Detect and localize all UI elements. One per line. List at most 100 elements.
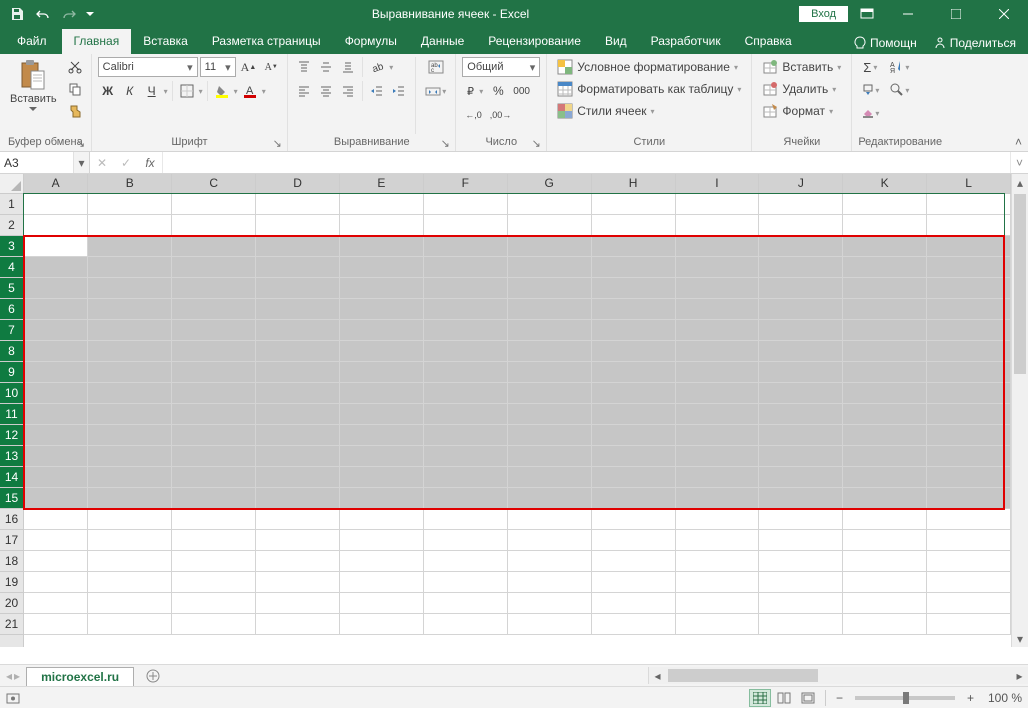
cell[interactable]: [256, 215, 340, 235]
cell[interactable]: [592, 572, 676, 592]
cell[interactable]: [24, 278, 88, 298]
cell[interactable]: [759, 467, 843, 487]
cell[interactable]: [592, 320, 676, 340]
cell[interactable]: [424, 278, 508, 298]
cell[interactable]: [927, 383, 1011, 403]
cell[interactable]: [424, 467, 508, 487]
zoom-level[interactable]: 100 %: [980, 691, 1022, 705]
cell[interactable]: [592, 614, 676, 634]
cell[interactable]: [843, 278, 927, 298]
font-size-combo[interactable]: 11▾: [200, 57, 236, 77]
cell[interactable]: [759, 236, 843, 256]
page-break-view-icon[interactable]: [797, 689, 819, 707]
cell[interactable]: [88, 383, 172, 403]
cell[interactable]: [508, 383, 592, 403]
cell[interactable]: [927, 320, 1011, 340]
cell[interactable]: [927, 299, 1011, 319]
dialog-launcher-icon[interactable]: ↘: [530, 137, 542, 149]
cell[interactable]: [843, 488, 927, 508]
cell[interactable]: [88, 278, 172, 298]
cell[interactable]: [88, 404, 172, 424]
cell[interactable]: [172, 572, 256, 592]
cell[interactable]: [927, 236, 1011, 256]
name-box-dropdown-icon[interactable]: ▾: [73, 152, 89, 173]
cell[interactable]: [927, 467, 1011, 487]
align-top-icon[interactable]: [294, 57, 314, 77]
tab-file[interactable]: Файл: [2, 29, 62, 54]
row-header[interactable]: 9: [0, 362, 23, 383]
cell[interactable]: [759, 446, 843, 466]
cell[interactable]: [843, 299, 927, 319]
cell[interactable]: [256, 404, 340, 424]
column-header[interactable]: C: [172, 174, 256, 193]
cell[interactable]: [340, 509, 424, 529]
tab-home[interactable]: Главная: [62, 29, 132, 54]
cell[interactable]: [759, 362, 843, 382]
cell[interactable]: [172, 614, 256, 634]
cell[interactable]: [676, 509, 760, 529]
cell[interactable]: [172, 404, 256, 424]
cell[interactable]: [927, 488, 1011, 508]
cell[interactable]: [424, 530, 508, 550]
column-header[interactable]: L: [927, 174, 1011, 193]
row-header[interactable]: 13: [0, 446, 23, 467]
cell[interactable]: [508, 362, 592, 382]
decrease-font-icon[interactable]: A▼: [261, 57, 281, 77]
cell[interactable]: [172, 551, 256, 571]
row-header[interactable]: 4: [0, 257, 23, 278]
sign-in-button[interactable]: Вход: [799, 6, 848, 22]
cell[interactable]: [676, 383, 760, 403]
column-header[interactable]: E: [340, 174, 424, 193]
cell[interactable]: [592, 551, 676, 571]
row-header[interactable]: 10: [0, 383, 23, 404]
row-header[interactable]: 2: [0, 215, 23, 236]
cell[interactable]: [172, 509, 256, 529]
cell[interactable]: [24, 572, 88, 592]
formula-input[interactable]: [163, 152, 1010, 173]
expand-formula-bar-icon[interactable]: ˅: [1010, 152, 1028, 173]
cell[interactable]: [256, 530, 340, 550]
underline-dropdown-icon[interactable]: ▾: [164, 87, 168, 96]
row-header[interactable]: 6: [0, 299, 23, 320]
tab-developer[interactable]: Разработчик: [639, 29, 733, 54]
cell[interactable]: [927, 194, 1011, 214]
cell[interactable]: [508, 446, 592, 466]
cell[interactable]: [759, 299, 843, 319]
cell[interactable]: [24, 299, 88, 319]
cell[interactable]: [256, 551, 340, 571]
cell[interactable]: [676, 467, 760, 487]
cell[interactable]: [256, 593, 340, 613]
format-as-table-button[interactable]: Форматировать как таблицу▾: [553, 79, 745, 99]
cell[interactable]: [592, 215, 676, 235]
cell[interactable]: [24, 467, 88, 487]
cell[interactable]: [759, 404, 843, 424]
cell[interactable]: [592, 404, 676, 424]
cell[interactable]: [256, 572, 340, 592]
qat-customize-icon[interactable]: [84, 3, 96, 25]
align-middle-icon[interactable]: [316, 57, 336, 77]
row-header[interactable]: 11: [0, 404, 23, 425]
borders-icon[interactable]: [177, 81, 197, 101]
cell[interactable]: [927, 257, 1011, 277]
borders-dropdown-icon[interactable]: ▾: [199, 87, 203, 96]
cell[interactable]: [24, 236, 88, 256]
cell[interactable]: [508, 215, 592, 235]
horizontal-scrollbar[interactable]: ◂ ▸: [648, 667, 1028, 684]
cell[interactable]: [759, 194, 843, 214]
cell[interactable]: [843, 383, 927, 403]
cell[interactable]: [676, 299, 760, 319]
cell[interactable]: [843, 404, 927, 424]
cell[interactable]: [927, 593, 1011, 613]
cell[interactable]: [340, 320, 424, 340]
dialog-launcher-icon[interactable]: ↘: [271, 137, 283, 149]
align-left-icon[interactable]: [294, 81, 314, 101]
enter-formula-icon[interactable]: ✓: [114, 156, 138, 170]
cell[interactable]: [508, 593, 592, 613]
macro-record-icon[interactable]: [6, 691, 20, 705]
increase-decimal-icon[interactable]: ←,0: [462, 105, 485, 125]
cell[interactable]: [843, 572, 927, 592]
cell[interactable]: [172, 278, 256, 298]
cell[interactable]: [24, 446, 88, 466]
cell[interactable]: [508, 614, 592, 634]
cell[interactable]: [340, 614, 424, 634]
